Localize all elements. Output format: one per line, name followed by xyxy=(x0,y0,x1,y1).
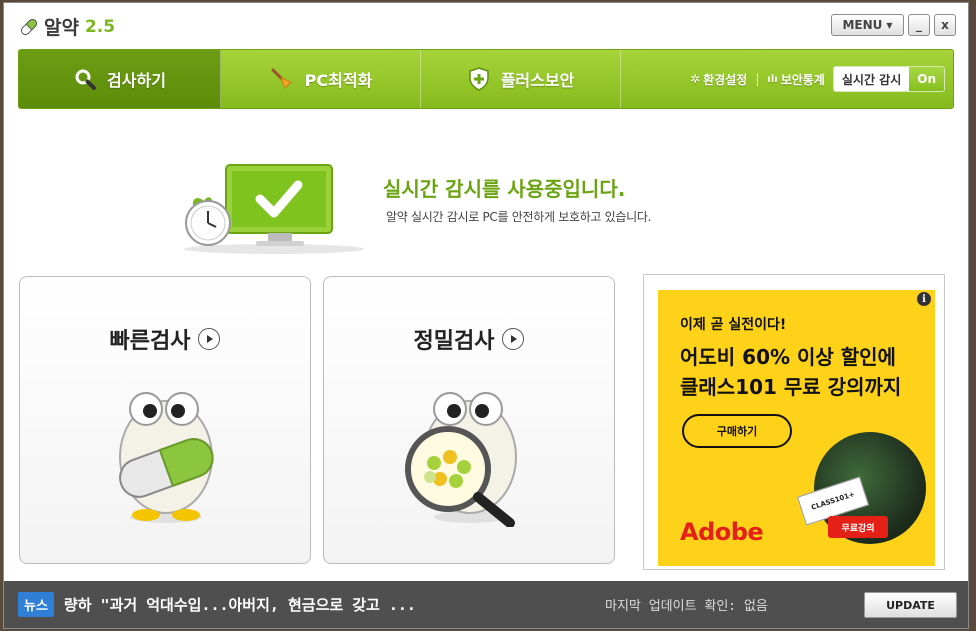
quick-scan-card[interactable]: 빠른검사 xyxy=(19,276,311,564)
update-button[interactable]: UPDATE xyxy=(864,592,957,618)
ad-kicker: 이제 곧 실전이다! xyxy=(680,317,787,333)
shield-plus-icon xyxy=(468,67,489,91)
stats-label: 보안통계 xyxy=(780,72,825,87)
last-update-info: 마지막 업데이트 확인: 없음 xyxy=(605,599,768,614)
main-nav: 검사하기 PC최적화 플러스보안 ✲ 환경설정 | ılı 보안통계 실시간 감… xyxy=(18,49,954,109)
magnifier-icon xyxy=(75,69,97,90)
tab-plus-security-label: 플러스보안 xyxy=(500,71,575,90)
magnifier-mascot-icon xyxy=(405,392,517,527)
ad-headline: 어도비 60% 이상 할인에 클래스101 무료 강의까지 xyxy=(680,342,901,402)
close-button[interactable]: x xyxy=(934,14,956,36)
status-subtitle: 알약 실시간 감시로 PC를 안전하게 보호하고 있습니다. xyxy=(386,210,652,224)
tab-pc-optimize-label: PC최적화 xyxy=(304,71,373,90)
nav-utilities: ✲ 환경설정 | ılı 보안통계 실시간 감시 On xyxy=(621,50,953,108)
ad-container: i 이제 곧 실전이다! 어도비 60% 이상 할인에 클래스101 무료 강의… xyxy=(643,274,945,570)
realtime-toggle[interactable]: 실시간 감시 On xyxy=(832,66,945,92)
ad-free-tag: 무료강의 xyxy=(828,516,888,538)
title-bar: 알약 2.5 MENU ▼ _ x xyxy=(4,3,968,45)
settings-link[interactable]: ✲ 환경설정 xyxy=(690,71,747,88)
pill-mascot-icon xyxy=(119,392,214,523)
realtime-label: 실시간 감시 xyxy=(841,72,902,87)
deep-scan-label: 정밀검사 xyxy=(413,329,495,354)
broom-icon xyxy=(271,68,292,89)
stats-link[interactable]: ılı 보안통계 xyxy=(767,71,824,88)
app-name: 알약 xyxy=(44,17,79,39)
play-icon xyxy=(198,328,221,350)
minimize-button[interactable]: _ xyxy=(908,14,930,36)
deep-scan-card[interactable]: 정밀검사 xyxy=(323,276,615,564)
minimize-icon: _ xyxy=(916,18,922,32)
window-controls: MENU ▼ _ x xyxy=(831,14,956,36)
tab-plus-security[interactable]: 플러스보안 xyxy=(421,50,621,108)
adobe-logo: Adobe xyxy=(680,518,764,546)
tab-scan[interactable]: 검사하기 xyxy=(19,50,221,108)
close-icon: x xyxy=(941,18,949,32)
realtime-state: On xyxy=(909,67,944,91)
settings-label: 환경설정 xyxy=(703,72,748,87)
monitor-check-illustration xyxy=(184,164,364,254)
tab-pc-optimize[interactable]: PC최적화 xyxy=(221,50,421,108)
play-icon xyxy=(502,328,525,350)
gear-icon: ✲ xyxy=(690,72,701,86)
status-title: 실시간 감시를 사용중입니다. xyxy=(383,177,626,201)
quick-scan-label: 빠른검사 xyxy=(109,329,191,354)
ad-buy-button[interactable]: 구매하기 xyxy=(682,414,792,448)
pill-logo-icon xyxy=(20,18,38,35)
news-badge: 뉴스 xyxy=(18,592,54,617)
ad-banner[interactable]: i 이제 곧 실전이다! 어도비 60% 이상 할인에 클래스101 무료 강의… xyxy=(658,290,935,566)
bottom-bar: 뉴스 량하 "과거 억대수입...아버지, 현금으로 갖고 ... 마지막 업데… xyxy=(4,581,968,628)
app-logo: 알약 2.5 xyxy=(18,13,115,40)
chevron-down-icon: ▼ xyxy=(886,20,893,30)
app-version: 2.5 xyxy=(84,16,116,37)
tab-scan-label: 검사하기 xyxy=(107,71,166,90)
quick-scan-title: 빠른검사 xyxy=(20,323,310,355)
ad-headline-line1: 어도비 60% 이상 할인에 xyxy=(680,345,896,369)
menu-button[interactable]: MENU ▼ xyxy=(831,14,904,36)
bar-chart-icon: ılı xyxy=(767,73,778,85)
ad-headline-line2: 클래스101 무료 강의까지 xyxy=(680,375,902,399)
info-icon[interactable]: i xyxy=(917,292,931,306)
deep-scan-title: 정밀검사 xyxy=(324,323,614,355)
menu-label: MENU xyxy=(842,18,883,32)
news-ticker[interactable]: 량하 "과거 억대수입...아버지, 현금으로 갖고 ... xyxy=(64,594,534,615)
nav-divider: | xyxy=(755,72,760,86)
app-window: 알약 2.5 MENU ▼ _ x 검사하기 PC최적화 플러스보안 ✲ 환경설… xyxy=(3,2,969,629)
